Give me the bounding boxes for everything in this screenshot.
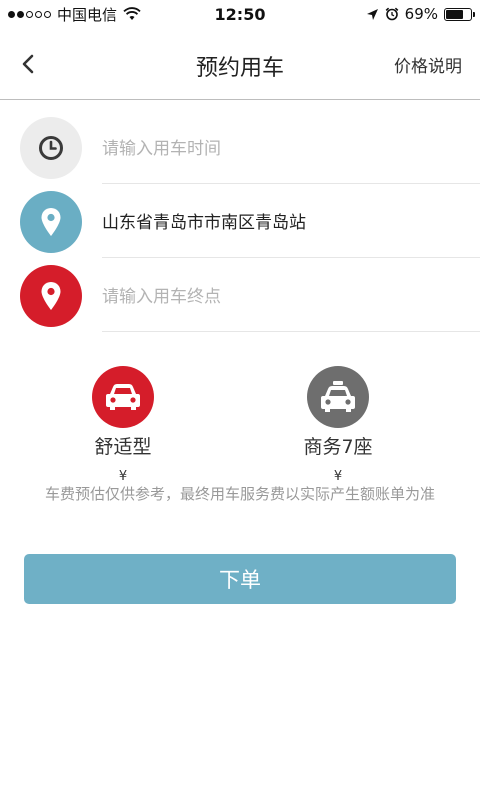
back-button[interactable] — [12, 46, 44, 82]
clock-icon — [39, 136, 63, 160]
start-row[interactable]: 山东省青岛市市南区青岛站 — [0, 184, 480, 258]
location-pin-icon — [41, 208, 61, 236]
start-icon-circle — [20, 191, 82, 253]
car-icon — [106, 384, 140, 410]
time-row[interactable]: 请输入用车时间 — [0, 110, 480, 184]
place-order-button[interactable]: 下单 — [24, 554, 456, 604]
location-pin-icon — [41, 282, 61, 310]
time-icon-circle — [20, 117, 82, 179]
battery-icon — [444, 7, 475, 21]
battery-percent: 69% — [404, 5, 438, 23]
taxi-icon — [321, 381, 355, 412]
car-type-name: 商务7座 — [303, 436, 373, 458]
battery-fill — [446, 9, 463, 19]
reservation-screen: 中国电信 12:50 69% 预约用车 价格说明 请输入用车时间 山东省青岛市市… — [0, 0, 480, 800]
location-arrow-icon — [366, 8, 378, 20]
start-location-field[interactable]: 山东省青岛市市南区青岛站 — [102, 184, 480, 258]
price-info-link[interactable]: 价格说明 — [394, 52, 462, 77]
signal-strength-icon — [8, 10, 51, 18]
car-type-comfort[interactable]: 舒适型 ¥ — [53, 366, 193, 484]
wifi-icon — [123, 7, 141, 20]
fare-estimate-note: 车费预估仅供参考，最终用车服务费以实际产生额账单为准 — [44, 485, 435, 503]
alarm-icon — [385, 7, 398, 21]
status-right: 69% — [366, 5, 475, 23]
car-type-name: 舒适型 — [94, 436, 152, 458]
taxi-icon-circle — [307, 366, 369, 428]
destination-row[interactable]: 请输入用车终点 — [0, 258, 480, 332]
status-left: 中国电信 — [8, 4, 141, 25]
car-icon-circle — [92, 366, 154, 428]
destination-input[interactable]: 请输入用车终点 — [102, 258, 480, 332]
carrier-name: 中国电信 — [57, 5, 118, 24]
car-type-business-7-seat[interactable]: 商务7座 ¥ — [268, 366, 408, 484]
navigation-bar: 预约用车 价格说明 — [0, 28, 480, 100]
status-bar: 中国电信 12:50 69% — [0, 0, 480, 28]
chevron-left-icon — [22, 54, 34, 74]
time-input[interactable]: 请输入用车时间 — [102, 110, 480, 184]
destination-icon-circle — [20, 265, 82, 327]
